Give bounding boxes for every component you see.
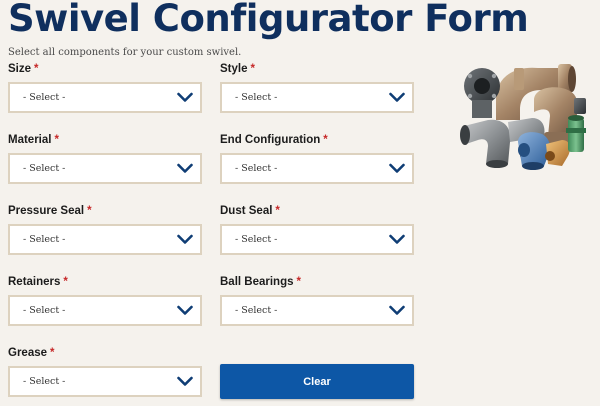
required-marker: *	[54, 134, 59, 146]
chevron-down-icon	[177, 163, 193, 173]
grease-label: Grease *	[8, 347, 55, 359]
size-field: Size * - Select -	[8, 63, 202, 113]
dust-seal-field: Dust Seal * - Select -	[220, 205, 414, 255]
retainers-select[interactable]: - Select -	[8, 295, 202, 326]
retainers-select-value: - Select -	[23, 305, 66, 316]
size-label: Size *	[8, 63, 39, 75]
chevron-down-icon	[177, 376, 193, 386]
material-label: Material *	[8, 134, 59, 146]
required-marker: *	[296, 276, 301, 288]
material-field: Material * - Select -	[8, 134, 202, 184]
end-configuration-select-value: - Select -	[235, 163, 278, 174]
page-title: Swivel Configurator Form	[8, 0, 529, 40]
ball-bearings-select-value: - Select -	[235, 305, 278, 316]
style-select-value: - Select -	[235, 92, 278, 103]
grease-field: Grease * - Select -	[8, 347, 202, 397]
pressure-seal-select[interactable]: - Select -	[8, 224, 202, 255]
retainers-field: Retainers * - Select -	[8, 276, 202, 326]
grease-select-value: - Select -	[23, 376, 66, 387]
style-select[interactable]: - Select -	[220, 82, 414, 113]
chevron-down-icon	[389, 234, 405, 244]
chevron-down-icon	[177, 92, 193, 102]
retainers-label: Retainers *	[8, 276, 68, 288]
end-configuration-label: End Configuration *	[220, 134, 328, 146]
required-marker: *	[323, 134, 328, 146]
clear-button[interactable]: Clear	[220, 364, 414, 399]
end-configuration-select[interactable]: - Select -	[220, 153, 414, 184]
dust-seal-select-value: - Select -	[235, 234, 278, 245]
pressure-seal-label: Pressure Seal *	[8, 205, 92, 217]
required-marker: *	[34, 63, 39, 75]
material-select-value: - Select -	[23, 163, 66, 174]
ball-bearings-field: Ball Bearings * - Select -	[220, 276, 414, 326]
pressure-seal-select-value: - Select -	[23, 234, 66, 245]
ball-bearings-select[interactable]: - Select -	[220, 295, 414, 326]
page-subtitle: Select all components for your custom sw…	[8, 47, 242, 58]
style-label: Style *	[220, 63, 255, 75]
swivel-configurator-page: Swivel Configurator Form Select all comp…	[0, 0, 600, 406]
pressure-seal-field: Pressure Seal * - Select -	[8, 205, 202, 255]
required-marker: *	[87, 205, 92, 217]
required-marker: *	[63, 276, 68, 288]
dust-seal-select[interactable]: - Select -	[220, 224, 414, 255]
grease-select[interactable]: - Select -	[8, 366, 202, 397]
required-marker: *	[50, 347, 55, 359]
style-field: Style * - Select -	[220, 63, 414, 113]
swivel-fittings-image	[460, 64, 586, 170]
chevron-down-icon	[389, 163, 405, 173]
end-configuration-field: End Configuration * - Select -	[220, 134, 414, 184]
required-marker: *	[275, 205, 280, 217]
dust-seal-label: Dust Seal *	[220, 205, 280, 217]
material-select[interactable]: - Select -	[8, 153, 202, 184]
required-marker: *	[250, 63, 255, 75]
chevron-down-icon	[177, 234, 193, 244]
chevron-down-icon	[389, 305, 405, 315]
chevron-down-icon	[389, 92, 405, 102]
chevron-down-icon	[177, 305, 193, 315]
ball-bearings-label: Ball Bearings *	[220, 276, 301, 288]
size-select[interactable]: - Select -	[8, 82, 202, 113]
size-select-value: - Select -	[23, 92, 66, 103]
